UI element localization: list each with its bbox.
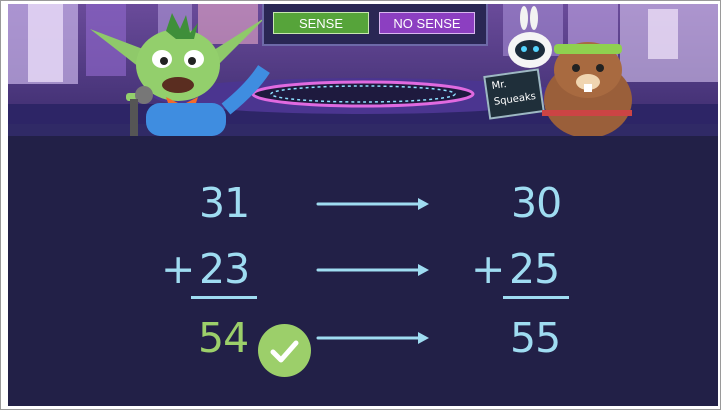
original-plus-sign: + [161,245,195,293]
hamster-character-mr-squeaks [542,42,632,136]
name-sign-line2: Squeaks [493,91,537,108]
arrow-icon [316,264,429,276]
name-sign-line1: Mr. [490,78,508,92]
original-bottom-number: 23 [199,245,250,293]
estimate-bottom-number: 25 [509,245,560,293]
original-top-number: 31 [199,179,250,227]
sense-button[interactable]: SENSE [273,12,369,34]
original-answer: 54 [198,314,249,362]
alien-host-character [90,13,270,136]
estimate-sum-line [503,296,569,299]
estimate-top-number: 30 [511,179,562,227]
estimate-plus-sign: + [471,245,505,293]
original-sum-line [191,296,257,299]
no-sense-button[interactable]: NO SENSE [379,12,475,34]
estimate-answer: 55 [510,314,561,362]
arrow-icon [316,332,429,344]
correct-check-icon [258,324,311,377]
arrow-icon [316,198,429,210]
